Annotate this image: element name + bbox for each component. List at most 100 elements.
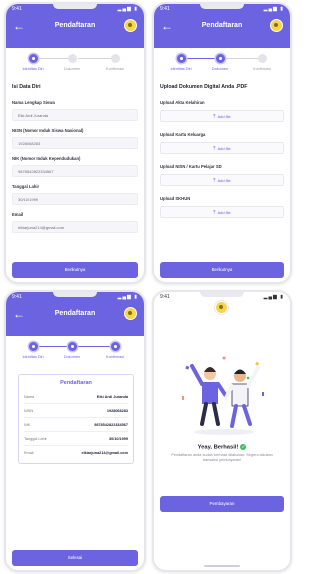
summary-row: NIK 9878542822334567 [24,420,128,432]
upload-icon: ⤒ [213,210,216,216]
phone-screen-konfirmasi: 9:41 ▂▄▆ ▮ ← Pendaftaran Identitas Diri … [4,290,146,572]
step-label-2: Dokumen [211,67,229,71]
status-icons: ▂▄▆ ▮ [263,6,284,12]
status-time: 9:41 [12,6,22,12]
row-key: Email [24,451,34,455]
step-label-1: Identitas Diri [170,67,192,71]
step-dot-2 [68,342,77,351]
phone-notch [53,292,97,297]
avatar[interactable] [270,19,283,32]
step-dot-1 [177,54,186,63]
app-header: 9:41 ▂▄▆ ▮ ← Pendaftaran [154,4,290,48]
upload-kk-button[interactable]: ⤒ Add file [160,142,284,154]
avatar[interactable] [215,301,228,314]
next-button[interactable]: Berikutnya [12,262,138,278]
status-time: 9:41 [160,6,170,12]
row-value: elkiarjuna214@gmail.com [81,451,128,455]
step-label-2: Dokumen [63,67,81,71]
app-header: 9:41 ▂▄▆ ▮ ← Pendaftaran [6,292,144,336]
app-header: 9:41 ▂▄▆ ▮ ← Pendaftaran [6,4,144,48]
step-label-2: Dokumen [63,355,81,359]
upload-icon: ⤒ [213,146,216,152]
row-key: Nama [24,395,35,399]
stepper: Identitas Diri Dokumen Konfirmasi [6,342,144,364]
summary-row: NISN 1928068283 [24,406,128,418]
step-connector [78,58,112,59]
step-dot-3 [111,342,120,351]
field-label-name: Nama Lengkap Siswa [12,100,55,105]
field-label-nik: NIK (Nomor Induk Kependudukan) [12,156,81,161]
row-value: 1928068283 [106,409,128,413]
summary-row: Tanggal Lahir 30/10/1999 [24,434,128,446]
birthdate-field[interactable]: 30/10/1999 [12,193,138,205]
home-indicator [204,565,240,567]
status-icons: ▂▄▆ ▮ [117,6,138,12]
finish-button[interactable]: Selesai [12,550,138,566]
field-label-birthdate: Tanggal Lahir [12,184,40,189]
section-title: Upload Dokumen Digital Anda .PDF [160,84,248,90]
upload-label-nisn: Upload NISN / Kartu Pelajar SD [160,164,222,169]
status-time: 9:41 [160,294,170,300]
phone-screen-identitas: 9:41 ▂▄▆ ▮ ← Pendaftaran Identitas Diri … [4,2,146,284]
upload-label-akta: Upload Akta Kelahiran [160,100,205,105]
step-dot-3 [111,54,120,63]
email-field[interactable]: elkiarjuna214@gmail.com [12,221,138,233]
step-label-1: Identitas Diri [22,355,44,359]
row-key: NIK [24,423,31,427]
row-value: Eiki Ardi Juranda [96,395,128,399]
phone-notch [200,4,244,9]
summary-card: Pendaftaran Nama Eiki Ardi Juranda NISN … [18,374,134,464]
field-label-email: Email [12,212,24,217]
upload-skhun-button[interactable]: ⤒ Add file [160,206,284,218]
upload-label-skhun: Upload SKHUN [160,196,191,201]
step-label-3: Konfirmasi [106,67,124,71]
nisn-field[interactable]: 1928068283 [12,137,138,149]
success-title: Yeay, Berhasil! ✓ [154,444,290,451]
step-connector [34,346,68,347]
step-dot-1 [29,342,38,351]
status-time: 9:41 [12,294,22,300]
step-connector [34,58,68,59]
summary-row: Nama Eiki Ardi Juranda [24,392,128,404]
field-label-nisn: NISN (Nomor Induk Siswa Nasional) [12,128,84,133]
upload-icon: ⤒ [213,114,216,120]
upload-akta-button[interactable]: ⤒ Add file [160,110,284,122]
step-label-3: Konfirmasi [253,67,271,71]
phone-screen-dokumen: 9:41 ▂▄▆ ▮ ← Pendaftaran Identitas Diri … [152,2,292,284]
avatar[interactable] [124,19,137,32]
step-connector [182,58,216,59]
card-title: Pendaftaran [60,380,92,386]
row-value: 30/10/1999 [108,437,128,441]
row-key: Tanggal Lahir [24,437,47,441]
step-dot-3 [258,54,267,63]
stepper: Identitas Diri Dokumen Konfirmasi [6,54,144,76]
row-key: NISN [24,409,34,413]
phone-notch [53,4,97,9]
status-bar: 9:41 ▂▄▆ ▮ [154,292,290,322]
step-dot-2 [216,54,225,63]
add-file-label: Add file [217,114,231,119]
celebration-illustration [182,356,264,435]
summary-row: Email elkiarjuna214@gmail.com [24,448,128,460]
payment-button[interactable]: Pembayaran [160,496,284,512]
step-label-1: Identitas Diri [22,67,44,71]
step-connector [78,346,112,347]
row-value: 9878542822334567 [94,423,128,427]
step-label-3: Konfirmasi [106,355,124,359]
next-button[interactable]: Berikutnya [160,262,284,278]
upload-label-kk: Upload Kartu Keluarga [160,132,206,137]
status-icons: ▂▄▆ ▮ [263,294,284,300]
step-dot-1 [29,54,38,63]
stepper: Identitas Diri Dokumen Konfirmasi [154,54,290,76]
upload-icon: ⤒ [213,178,216,184]
upload-nisn-button[interactable]: ⤒ Add file [160,174,284,186]
success-message: Pendaftaran anda sudah berhasil dilakuka… [171,453,273,462]
add-file-label: Add file [217,178,231,183]
phone-screen-success: 9:41 ▂▄▆ ▮ Yeay, Berhasil! ✓ Pendaftaran … [152,290,292,572]
section-title: Isi Data Diri [12,84,41,90]
add-file-label: Add file [217,210,231,215]
name-field[interactable]: Eiki Ardi Juranda [12,109,138,121]
phone-notch [200,292,244,297]
avatar[interactable] [124,307,137,320]
nik-field[interactable]: 9878542822334567 [12,165,138,177]
